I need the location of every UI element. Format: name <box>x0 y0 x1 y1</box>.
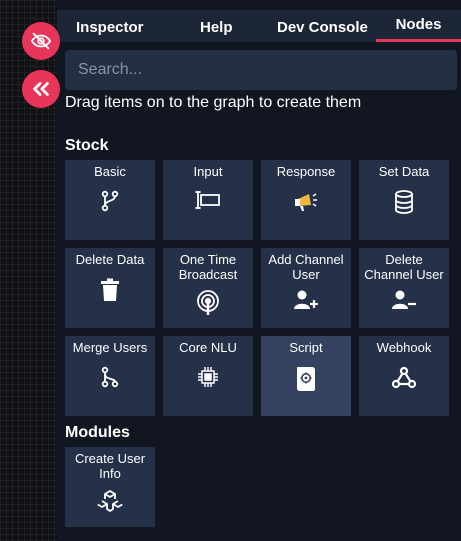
database-icon <box>395 190 413 214</box>
node-label: Delete Data <box>75 252 145 267</box>
node-tile-webhook[interactable]: Webhook <box>359 336 449 416</box>
eye-off-icon <box>30 32 52 50</box>
node-tile-script[interactable]: Script <box>261 336 351 416</box>
merge-icon <box>101 366 119 388</box>
inspector-panel: Inspector Help Dev Console Nodes Drag it… <box>57 0 461 541</box>
user-plus-icon <box>294 290 318 309</box>
node-tile-set-data[interactable]: Set Data <box>359 160 449 240</box>
node-label: Input <box>193 164 223 179</box>
webhook-icon <box>391 366 417 389</box>
node-tile-core-nlu[interactable]: Core NLU <box>163 336 253 416</box>
node-label: Create User Info <box>74 451 146 481</box>
branch-icon <box>101 190 119 212</box>
node-tile-merge-users[interactable]: Merge Users <box>65 336 155 416</box>
node-tile-response[interactable]: Response <box>261 160 351 240</box>
search-input[interactable] <box>65 50 457 90</box>
node-tile-input[interactable]: Input <box>163 160 253 240</box>
node-label: Response <box>276 164 336 179</box>
node-label: Add Channel User <box>268 252 344 282</box>
megaphone-icon <box>295 193 317 211</box>
node-tile-add-channel-user[interactable]: Add Channel User <box>261 248 351 328</box>
hide-panel-button[interactable] <box>22 22 60 60</box>
node-label: Delete Channel User <box>364 252 444 282</box>
node-label: Core NLU <box>179 340 237 355</box>
user-minus-icon <box>392 290 416 309</box>
node-tile-basic[interactable]: Basic <box>65 160 155 240</box>
chip-icon <box>198 367 218 387</box>
collapse-panel-button[interactable] <box>22 70 60 108</box>
text-cursor-icon <box>195 191 220 209</box>
node-tile-create-user-info[interactable]: Create User Info <box>65 447 155 527</box>
node-label: One Time Broadcast <box>178 252 238 282</box>
script-icon <box>297 367 315 391</box>
tab-bar: Inspector Help Dev Console Nodes <box>57 10 461 42</box>
node-tile-delete-data[interactable]: Delete Data <box>65 248 155 328</box>
node-label: Script <box>289 340 323 355</box>
modules-icon <box>97 490 123 512</box>
tab-nodes[interactable]: Nodes <box>376 10 461 42</box>
section-title-stock: Stock <box>65 137 109 154</box>
tab-help[interactable]: Help <box>200 10 233 42</box>
drag-hint: Drag items on to the graph to create the… <box>65 94 362 111</box>
broadcast-icon <box>197 290 219 315</box>
node-label: Basic <box>94 164 126 179</box>
node-tile-delete-channel-user[interactable]: Delete Channel User <box>359 248 449 328</box>
tab-inspector[interactable]: Inspector <box>76 10 144 42</box>
trash-icon <box>101 278 119 301</box>
node-label: Set Data <box>378 164 430 179</box>
node-label: Webhook <box>376 340 432 355</box>
tab-dev-console[interactable]: Dev Console <box>277 10 368 42</box>
chevrons-left-icon <box>33 82 49 96</box>
node-label: Merge Users <box>72 340 148 355</box>
section-title-modules: Modules <box>65 424 130 441</box>
node-tile-one-time-broadcast[interactable]: One Time Broadcast <box>163 248 253 328</box>
